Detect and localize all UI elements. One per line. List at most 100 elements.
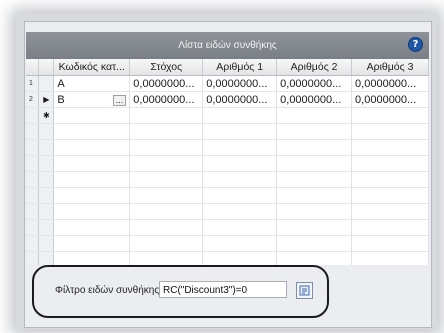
empty-cell — [129, 187, 204, 204]
column-header-number1[interactable]: Αριθμός 1 — [202, 59, 278, 76]
empty-cell — [276, 203, 353, 220]
empty-cell — [38, 235, 55, 252]
row-indicator-header — [38, 59, 55, 76]
cell-number1[interactable]: 0,0000000... — [202, 91, 278, 108]
column-header-target[interactable]: Στόχος — [129, 59, 204, 76]
empty-row — [26, 171, 429, 188]
empty-row — [26, 235, 429, 252]
column-header-number2[interactable]: Αριθμός 2 — [276, 59, 353, 76]
empty-cell — [26, 235, 40, 252]
empty-cell — [202, 251, 278, 265]
empty-cell — [351, 123, 429, 140]
empty-cell — [202, 187, 278, 204]
cell-code[interactable]: A — [53, 75, 131, 92]
current-row-arrow-icon[interactable]: ▶ — [38, 91, 55, 108]
row-indicator[interactable] — [38, 75, 55, 92]
empty-cell — [38, 123, 55, 140]
empty-row — [26, 203, 429, 220]
empty-row — [26, 219, 429, 236]
empty-cell — [38, 171, 55, 188]
row-number-header — [26, 59, 40, 76]
empty-cell — [129, 155, 204, 172]
empty-cell — [276, 235, 353, 252]
column-header-code[interactable]: Κωδικός κατ... — [53, 59, 131, 76]
empty-cell — [53, 171, 131, 188]
empty-cell — [129, 203, 204, 220]
cell-number3[interactable] — [351, 107, 429, 124]
row-number — [26, 107, 40, 124]
filter-expression-input[interactable]: RC("Discount3")=0 — [159, 281, 287, 298]
empty-cell — [53, 219, 131, 236]
row-number: 1 — [26, 75, 40, 92]
filter-editor-button[interactable] — [296, 282, 313, 299]
empty-cell — [26, 251, 40, 265]
column-header-number3[interactable]: Αριθμός 3 — [351, 59, 429, 76]
help-icon[interactable]: ? — [408, 37, 423, 52]
empty-cell — [53, 139, 131, 156]
empty-cell — [129, 251, 204, 265]
empty-cell — [38, 155, 55, 172]
empty-cell — [129, 139, 204, 156]
empty-cell — [38, 219, 55, 236]
empty-cell — [202, 123, 278, 140]
empty-cell — [26, 123, 40, 140]
empty-cell — [26, 155, 40, 172]
empty-cell — [129, 235, 204, 252]
empty-cell — [129, 171, 204, 188]
empty-cell — [276, 219, 353, 236]
empty-cell — [351, 219, 429, 236]
cell-code[interactable] — [53, 107, 131, 124]
row-number: 2 — [26, 91, 40, 108]
new-row-star-icon[interactable]: ✱ — [38, 107, 55, 124]
table-row[interactable]: 1 A 0,0000000... 0,0000000... 0,0000000.… — [26, 75, 429, 92]
empty-cell — [351, 251, 429, 265]
empty-cell — [38, 251, 55, 265]
empty-cell — [276, 155, 353, 172]
empty-cell — [351, 203, 429, 220]
cell-target[interactable] — [129, 107, 204, 124]
empty-cell — [202, 203, 278, 220]
cell-number2[interactable]: 0,0000000... — [276, 91, 353, 108]
grid-header-row: Κωδικός κατ... Στόχος Αριθμός 1 Αριθμός … — [26, 59, 429, 76]
panel-header: Λίστα ειδών συνθήκης ? — [26, 32, 429, 59]
cell-target[interactable]: 0,0000000... — [129, 75, 204, 92]
empty-cell — [202, 235, 278, 252]
empty-cell — [26, 139, 40, 156]
empty-cell — [53, 187, 131, 204]
cell-number2[interactable]: 0,0000000... — [276, 75, 353, 92]
empty-cell — [53, 235, 131, 252]
table-row[interactable]: 2 ▶ B... 0,0000000... 0,0000000... 0,000… — [26, 91, 429, 108]
empty-cell — [53, 123, 131, 140]
empty-cell — [26, 171, 40, 188]
empty-cell — [276, 187, 353, 204]
empty-cell — [202, 139, 278, 156]
empty-cell — [276, 139, 353, 156]
items-grid: Κωδικός κατ... Στόχος Αριθμός 1 Αριθμός … — [26, 59, 429, 265]
empty-cell — [26, 219, 40, 236]
cell-number1[interactable] — [202, 107, 278, 124]
empty-row — [26, 123, 429, 140]
cell-number1[interactable]: 0,0000000... — [202, 75, 278, 92]
empty-cell — [53, 251, 131, 265]
cell-number3[interactable]: 0,0000000... — [351, 75, 429, 92]
new-row[interactable]: ✱ — [26, 107, 429, 124]
lookup-ellipsis-button[interactable]: ... — [112, 94, 127, 106]
empty-cell — [38, 139, 55, 156]
filter-label: Φίλτρο ειδών συνθήκης — [55, 285, 160, 296]
empty-cell — [38, 187, 55, 204]
empty-cell — [129, 123, 204, 140]
cell-target[interactable]: 0,0000000... — [129, 91, 204, 108]
panel-title: Λίστα ειδών συνθήκης — [178, 40, 277, 51]
empty-cell — [351, 155, 429, 172]
cell-number2[interactable] — [276, 107, 353, 124]
empty-cell — [129, 219, 204, 236]
empty-cell — [276, 123, 353, 140]
empty-cell — [276, 171, 353, 188]
empty-cell — [351, 187, 429, 204]
cell-number3[interactable]: 0,0000000... — [351, 91, 429, 108]
empty-row — [26, 139, 429, 156]
empty-cell — [26, 187, 40, 204]
expression-editor-icon — [299, 285, 310, 296]
cell-code[interactable]: B... — [53, 91, 131, 108]
empty-cell — [202, 155, 278, 172]
